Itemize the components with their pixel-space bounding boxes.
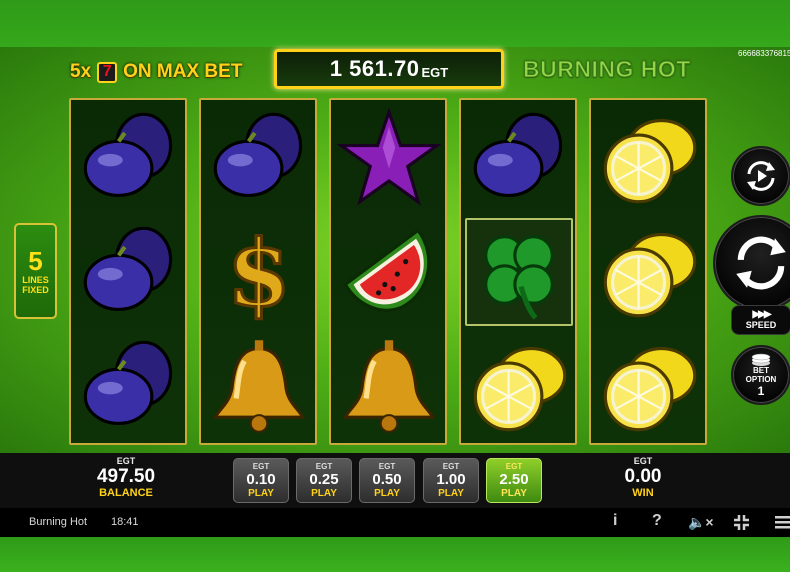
reel-4 — [459, 98, 577, 445]
symbol-star — [335, 104, 443, 212]
bet-option-label-2: OPTION — [745, 375, 777, 384]
speed-icon: ▶▶▶ — [752, 308, 771, 320]
symbol-bell — [205, 332, 313, 440]
bet-option-value: 1 — [757, 384, 765, 398]
symbol-watermelon — [335, 218, 443, 326]
sound-icon[interactable]: 🔈× — [688, 514, 714, 531]
plum-icon — [213, 112, 303, 197]
bet-currency: EGT — [252, 462, 270, 471]
symbol-plum — [465, 104, 573, 212]
speed-button[interactable]: ▶▶▶ SPEED — [731, 305, 790, 335]
top-background — [0, 0, 790, 47]
max-bet-promo: 5x 7 ON MAX BET — [70, 61, 242, 83]
symbol-lemon — [595, 104, 703, 212]
bet-button-3[interactable]: EGT 0.50 PLAY — [359, 458, 415, 503]
reel-5 — [589, 98, 707, 445]
bet-button-5[interactable]: EGT 2.50 PLAY — [486, 458, 542, 503]
bet-currency: EGT — [442, 462, 460, 471]
bet-play-label: PLAY — [438, 488, 464, 499]
bet-button-4[interactable]: EGT 1.00 PLAY — [423, 458, 479, 503]
game-logo: BURNING HOT — [523, 56, 691, 83]
symbol-lemon — [595, 218, 703, 326]
bet-amount: 0.10 — [246, 471, 276, 488]
autoplay-button[interactable] — [731, 146, 790, 206]
symbol-lemon — [595, 332, 703, 440]
bet-play-label: PLAY — [311, 488, 337, 499]
lemon-icon — [603, 347, 697, 432]
symbol-plum — [75, 218, 183, 326]
chips-icon — [751, 353, 771, 366]
symbol-lemon — [465, 332, 573, 440]
bet-button-2[interactable]: EGT 0.25 PLAY — [296, 458, 352, 503]
bet-play-label: PLAY — [248, 488, 274, 499]
bet-amount: 0.50 — [372, 471, 402, 488]
menu-icon[interactable] — [775, 515, 790, 530]
bet-currency: EGT — [315, 462, 333, 471]
symbol-dollar: $ — [205, 218, 313, 326]
dollar-icon: $ — [226, 220, 293, 324]
lemon-icon — [473, 347, 567, 432]
symbol-clover — [465, 218, 573, 326]
balance-display: EGT 497.50 BALANCE — [76, 456, 176, 500]
bet-play-label: PLAY — [501, 488, 527, 499]
bet-play-label: PLAY — [374, 488, 400, 499]
bet-option-button[interactable]: BET OPTION 1 — [731, 345, 790, 405]
speed-label: SPEED — [745, 319, 777, 330]
lines-label: LINES — [22, 275, 49, 285]
status-bar: Burning Hot 18:41 i ? 🔈× — [0, 508, 790, 537]
lemon-icon — [603, 233, 697, 318]
win-value: 0.00 — [624, 466, 662, 487]
plum-icon — [83, 226, 173, 311]
bell-icon — [212, 340, 306, 433]
autoplay-icon — [747, 161, 775, 191]
bet-currency: EGT — [378, 462, 396, 471]
reel-1 — [69, 98, 187, 445]
symbol-bell — [335, 332, 443, 440]
spin-icon — [736, 236, 786, 290]
jackpot-display: 1 561.70 EGT — [274, 49, 504, 89]
plum-icon — [473, 112, 563, 197]
bell-icon — [342, 340, 436, 433]
fullscreen-exit-icon[interactable] — [733, 514, 750, 531]
promo-multiplier: 5x — [70, 61, 92, 82]
promo-text: ON MAX BET — [123, 61, 243, 82]
plum-icon — [83, 340, 173, 425]
plum-icon — [83, 112, 173, 197]
clock: 18:41 — [111, 516, 139, 528]
bottom-background — [0, 537, 790, 572]
star-icon — [337, 107, 441, 206]
lines-count: 5 — [28, 246, 43, 276]
bet-currency: EGT — [505, 462, 523, 471]
jackpot-unit: EGT — [421, 64, 449, 80]
reel-2: $ — [199, 98, 317, 445]
bet-amount: 0.25 — [309, 471, 339, 488]
symbol-plum — [75, 332, 183, 440]
win-label: WIN — [632, 487, 654, 499]
watermelon-icon — [343, 228, 431, 312]
clover-icon — [484, 235, 554, 320]
session-id: 666683376815 — [738, 49, 790, 58]
balance-value: 497.50 — [96, 466, 156, 487]
game-title: Burning Hot — [29, 516, 88, 528]
seven-icon: 7 — [97, 61, 118, 83]
help-icon[interactable]: ? — [652, 512, 662, 530]
bet-option-label: BET — [753, 366, 769, 375]
bet-amount: 1.00 — [436, 471, 466, 488]
win-display: EGT 0.00 WIN — [593, 456, 693, 500]
lines-fixed-badge: 5 LINES FIXED — [14, 223, 57, 319]
bet-button-1[interactable]: EGT 0.10 PLAY — [233, 458, 289, 503]
svg-text:$: $ — [227, 220, 291, 324]
symbol-plum — [205, 104, 313, 212]
reel-3 — [329, 98, 447, 445]
jackpot-amount: 1 561.70 — [329, 56, 420, 81]
fixed-label: FIXED — [22, 285, 49, 295]
lemon-icon — [603, 119, 697, 204]
bet-amount: 2.50 — [499, 471, 529, 488]
balance-label: BALANCE — [99, 487, 153, 499]
symbol-plum — [75, 104, 183, 212]
info-icon[interactable]: i — [613, 512, 617, 530]
